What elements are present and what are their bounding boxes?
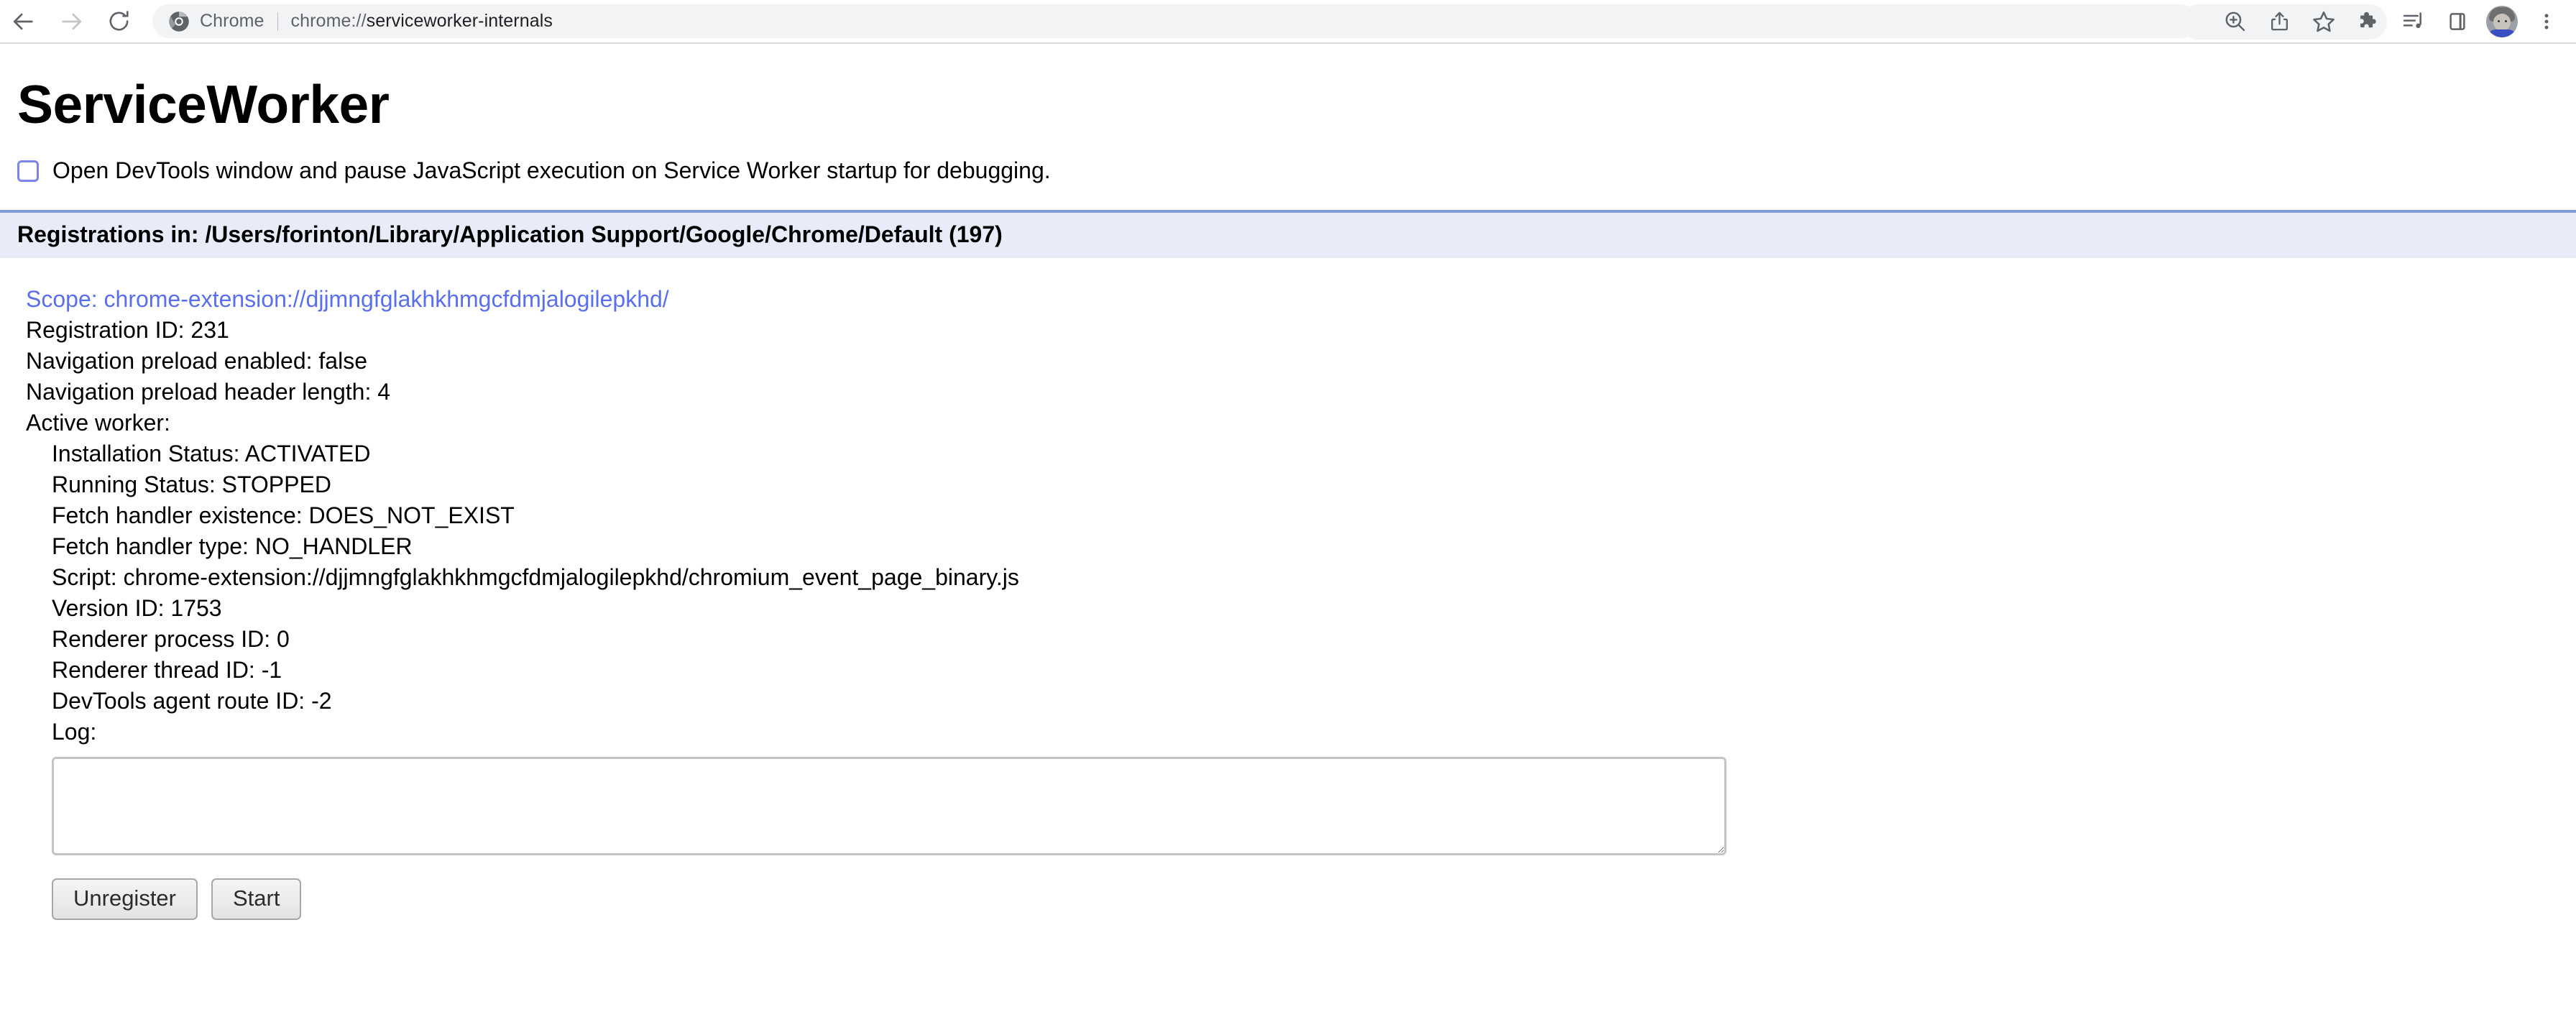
share-icon (2268, 10, 2291, 32)
script-line: Script: chrome-extension://djjmngfglakhk… (52, 564, 1019, 590)
log-textarea[interactable] (52, 757, 1726, 855)
browser-menu-button[interactable] (2524, 0, 2569, 44)
avatar-body (2488, 29, 2516, 37)
side-panel-button[interactable] (2435, 0, 2480, 44)
browser-toolbar: Chrome chrome://serviceworker-internals (0, 0, 2576, 44)
chrome-logo-icon (168, 11, 190, 32)
registrations-header: Registrations in: /Users/forinton/Librar… (0, 210, 2576, 258)
zoom-button[interactable] (2212, 0, 2257, 44)
media-control-button[interactable] (2391, 0, 2435, 44)
omnibox-url-path: serviceworker-internals (366, 11, 553, 31)
start-button[interactable]: Start (211, 878, 302, 921)
avatar-face (2493, 13, 2511, 31)
three-dot-menu-icon (2536, 12, 2557, 32)
bookmark-button[interactable] (2301, 0, 2346, 44)
active-worker-label: Active worker: (26, 410, 170, 436)
avatar-eye-right (2505, 19, 2507, 22)
registration-id-line: Registration ID: 231 (26, 317, 229, 343)
zoom-icon (2223, 9, 2247, 33)
navigation-preload-enabled-line: Navigation preload enabled: false (26, 348, 367, 374)
registration-action-buttons: Unregister Start (52, 878, 2576, 921)
extensions-puzzle-icon (2357, 10, 2380, 33)
serviceworker-internals-page: ServiceWorker Open DevTools window and p… (0, 44, 2576, 1034)
reload-icon (107, 9, 131, 33)
devtools-debug-checkbox[interactable] (17, 160, 39, 182)
renderer-process-id-line: Renderer process ID: 0 (52, 626, 290, 652)
toolbar-actions (2212, 0, 2576, 44)
registrations-header-text: Registrations in: /Users/forinton/Librar… (17, 221, 1003, 247)
version-id-line: Version ID: 1753 (52, 595, 222, 621)
share-button[interactable] (2257, 0, 2301, 44)
log-label: Log: (52, 719, 97, 745)
extensions-button[interactable] (2346, 0, 2391, 44)
renderer-thread-id-line: Renderer thread ID: -1 (52, 657, 282, 683)
arrow-right-icon (59, 9, 83, 34)
back-button[interactable] (0, 0, 47, 45)
side-panel-icon (2447, 11, 2468, 32)
page-title: ServiceWorker (17, 74, 390, 134)
avatar (2486, 5, 2518, 37)
registration-entry: Scope: chrome-extension://djjmngfglakhkh… (0, 284, 2576, 921)
omnibox-url-text: chrome://serviceworker-internals (291, 11, 553, 32)
devtools-agent-route-id-line: DevTools agent route ID: -2 (52, 688, 332, 714)
unregister-button[interactable]: Unregister (52, 878, 198, 921)
star-icon (2312, 9, 2336, 34)
devtools-option-row: Open DevTools window and pause JavaScrip… (0, 157, 2576, 184)
omnibox-url-scheme: chrome:// (290, 11, 367, 31)
reload-button[interactable] (95, 0, 142, 45)
omnibox-chip-label: Chrome (200, 11, 264, 31)
address-bar[interactable]: Chrome chrome://serviceworker-internals (152, 4, 2198, 38)
navigation-preload-header-length-line: Navigation preload header length: 4 (26, 379, 391, 405)
arrow-left-icon (12, 9, 36, 34)
avatar-eye-left (2498, 19, 2500, 22)
devtools-debug-label: Open DevTools window and pause JavaScrip… (52, 157, 1051, 183)
running-status-line: Running Status: STOPPED (52, 472, 331, 497)
installation-status-line: Installation Status: ACTIVATED (52, 441, 371, 466)
fetch-handler-type-line: Fetch handler type: NO_HANDLER (52, 533, 413, 559)
profile-button[interactable] (2480, 0, 2524, 44)
forward-button (47, 0, 95, 45)
scope-link[interactable]: Scope: chrome-extension://djjmngfglakhkh… (26, 284, 2576, 315)
media-control-icon (2401, 10, 2424, 33)
fetch-handler-existence-line: Fetch handler existence: DOES_NOT_EXIST (52, 502, 515, 528)
omnibox-separator (277, 12, 278, 31)
